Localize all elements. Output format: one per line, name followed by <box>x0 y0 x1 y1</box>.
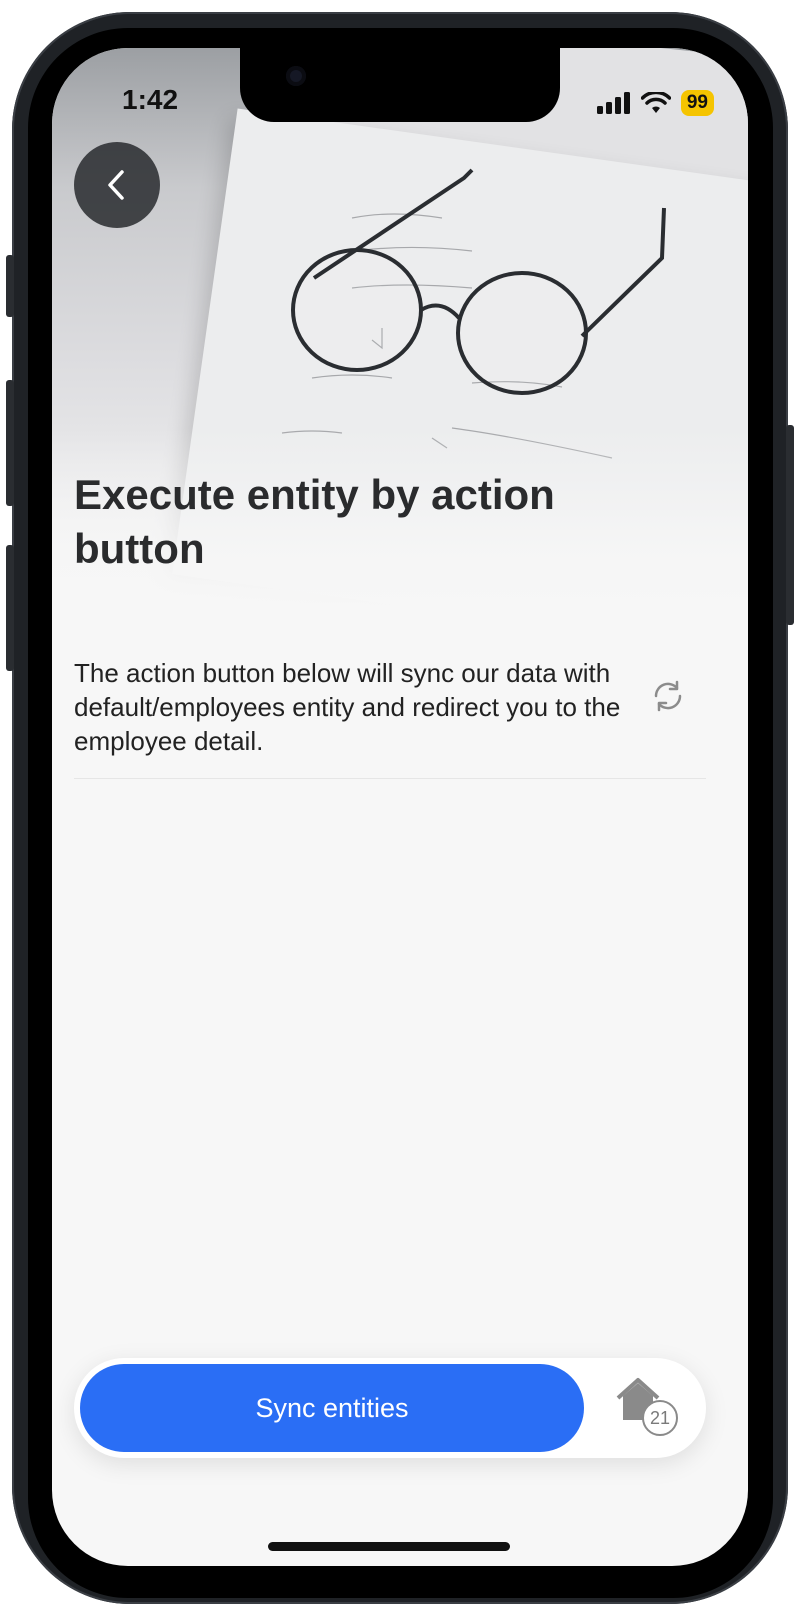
back-button[interactable] <box>74 142 160 228</box>
camera-icon <box>286 66 306 86</box>
wifi-icon <box>640 92 671 113</box>
power-button <box>786 425 794 625</box>
bottom-action-bar: Sync entities 21 <box>74 1358 706 1458</box>
dynamic-notch <box>240 48 560 122</box>
chevron-left-icon <box>108 170 124 200</box>
sync-entities-button[interactable]: Sync entities <box>80 1364 584 1452</box>
home-indicator <box>268 1542 510 1551</box>
battery-icon: 99 <box>680 90 714 116</box>
signal-icon <box>596 92 630 114</box>
home-button[interactable]: 21 <box>614 1376 684 1442</box>
silent-switch <box>6 255 14 317</box>
sync-icon <box>654 680 682 712</box>
home-badge: 21 <box>642 1400 678 1436</box>
status-indicators: 99 <box>596 90 714 116</box>
divider <box>74 778 706 779</box>
status-time: 1:42 <box>122 84 179 115</box>
volume-up-button <box>6 380 14 506</box>
page-title: Execute entity by action button <box>74 471 555 572</box>
app-screen: 1:42 99 Execute entity by action button … <box>52 48 748 1566</box>
volume-down-button <box>6 545 14 671</box>
action-description: The action button below will sync our da… <box>74 658 621 756</box>
